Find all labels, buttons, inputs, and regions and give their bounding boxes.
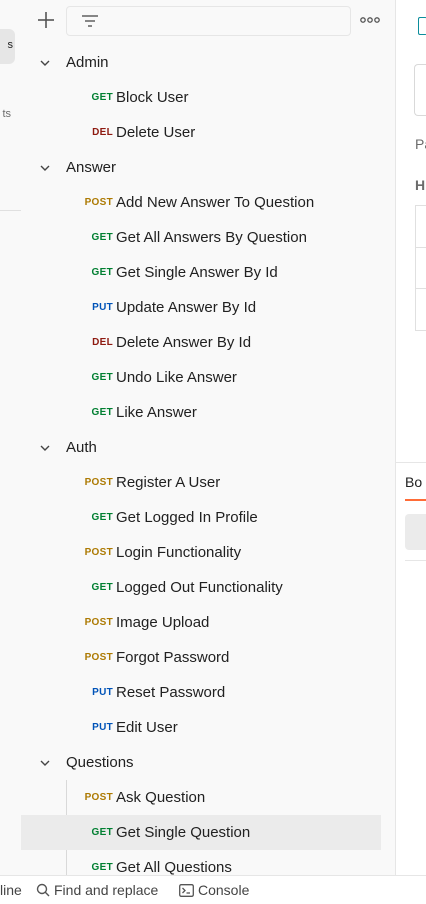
request-label: Like Answer — [116, 404, 197, 421]
request-label: Get All Answers By Question — [116, 229, 307, 246]
folder-label: Auth — [66, 439, 97, 456]
request-label: Ask Question — [116, 789, 206, 806]
request-label: Get Single Answer By Id — [116, 264, 278, 281]
sidebar-tab-label: s — [7, 39, 14, 51]
sidebar-tab-collections[interactable]: s — [0, 29, 15, 64]
http-method-badge: DEL — [92, 127, 113, 138]
find-replace-button[interactable]: Find and replace — [36, 882, 158, 898]
request-type-icon — [418, 17, 426, 35]
http-method-badge: GET — [91, 267, 113, 278]
folder-label: Answer — [66, 159, 117, 176]
request-row[interactable]: GET Get Single Answer By Id — [21, 255, 381, 290]
http-method-badge: PUT — [92, 722, 113, 733]
folder-row[interactable]: Admin — [21, 45, 381, 80]
chevron-down-icon[interactable] — [39, 57, 51, 69]
response-divider — [405, 560, 426, 561]
collection-tree: Admin GET Block User DEL Delete User Answer PO… — [21, 45, 381, 885]
request-label: Image Upload — [116, 614, 210, 631]
http-method-badge: POST — [84, 197, 113, 208]
request-row[interactable]: PUT Update Answer By Id — [21, 290, 381, 325]
http-method-badge: GET — [91, 407, 113, 418]
left-sidebar-strip: s ts — [0, 0, 22, 875]
request-label: Edit User — [116, 719, 178, 736]
request-editor-panel: Pa H Bo — [396, 0, 426, 875]
request-row[interactable]: GET Get Single Question — [21, 815, 381, 850]
folder-row[interactable]: Auth — [21, 430, 381, 465]
request-label: Forgot Password — [116, 649, 230, 666]
chevron-down-icon[interactable] — [39, 757, 51, 769]
request-row[interactable]: POST Register A User — [21, 465, 381, 500]
console-button[interactable]: Console — [179, 882, 249, 898]
active-tab-underline — [405, 499, 426, 501]
http-method-badge: GET — [91, 232, 113, 243]
folder-label: Admin — [66, 54, 109, 71]
request-label: Block User — [116, 89, 189, 106]
request-row[interactable]: GET Undo Like Answer — [21, 360, 381, 395]
sidebar-tab-environments-label[interactable]: ts — [2, 108, 11, 120]
tab-body[interactable]: Bo — [405, 474, 422, 490]
search-icon — [36, 883, 50, 897]
request-row[interactable]: POST Login Functionality — [21, 535, 381, 570]
http-method-badge: GET — [91, 372, 113, 383]
request-label: Login Functionality — [116, 544, 242, 561]
request-label: Delete Answer By Id — [116, 334, 252, 351]
request-label: Register A User — [116, 474, 221, 491]
params-section-label: Pa — [415, 136, 426, 152]
request-row[interactable]: GET Logged Out Functionality — [21, 570, 381, 605]
plus-icon[interactable] — [35, 9, 57, 31]
more-horizontal-icon[interactable] — [359, 13, 381, 27]
request-row[interactable]: GET Block User — [21, 80, 381, 115]
http-method-badge: GET — [91, 92, 113, 103]
http-method-badge: GET — [91, 582, 113, 593]
request-label: Reset Password — [116, 684, 226, 701]
chevron-down-icon[interactable] — [39, 442, 51, 454]
http-method-badge: PUT — [92, 302, 113, 313]
status-bar: line Find and replace Console — [0, 875, 426, 904]
http-method-badge: GET — [91, 512, 113, 523]
collection-sidebar: Admin GET Block User DEL Delete User Answer PO… — [21, 0, 411, 876]
online-status[interactable]: line — [0, 882, 22, 898]
http-method-badge: POST — [84, 792, 113, 803]
http-method-badge: POST — [84, 617, 113, 628]
http-method-badge: POST — [84, 477, 113, 488]
folder-row[interactable]: Answer — [21, 150, 381, 185]
http-method-badge: GET — [91, 827, 113, 838]
request-row[interactable]: POST Add New Answer To Question — [21, 185, 381, 220]
filter-icon — [82, 15, 98, 27]
request-row[interactable]: GET Like Answer — [21, 395, 381, 430]
chevron-down-icon[interactable] — [39, 162, 51, 174]
folder-label: Questions — [66, 754, 134, 771]
request-row[interactable]: GET Get All Answers By Question — [21, 220, 381, 255]
console-label: Console — [198, 882, 250, 898]
request-label: Logged Out Functionality — [116, 579, 283, 596]
url-input[interactable] — [414, 64, 426, 116]
find-replace-label: Find and replace — [54, 882, 159, 898]
headers-section-label: H — [415, 177, 426, 193]
request-row[interactable]: GET Get Logged In Profile — [21, 500, 381, 535]
request-row[interactable]: DEL Delete Answer By Id — [21, 325, 381, 360]
response-type-selector[interactable] — [405, 514, 426, 550]
request-row[interactable]: DEL Delete User — [21, 115, 381, 150]
request-label: Undo Like Answer — [116, 369, 237, 386]
request-row[interactable]: PUT Reset Password — [21, 675, 381, 710]
request-row[interactable]: POST Image Upload — [21, 605, 381, 640]
request-row[interactable]: POST Forgot Password — [21, 640, 381, 675]
request-row[interactable]: POST Ask Question — [21, 780, 381, 815]
request-label: Get Single Question — [116, 824, 251, 841]
filter-input[interactable] — [66, 6, 351, 36]
http-method-badge: DEL — [92, 337, 113, 348]
request-label: Update Answer By Id — [116, 299, 257, 316]
console-icon — [179, 884, 194, 897]
http-method-badge: PUT — [92, 687, 113, 698]
sidebar-divider — [0, 210, 21, 211]
request-label: Add New Answer To Question — [116, 194, 315, 211]
headers-table — [415, 205, 426, 331]
request-label: Delete User — [116, 124, 196, 141]
folder-row[interactable]: Questions — [21, 745, 381, 780]
http-method-badge: POST — [84, 652, 113, 663]
http-method-badge: POST — [84, 547, 113, 558]
request-label: Get Logged In Profile — [116, 509, 258, 526]
request-row[interactable]: PUT Edit User — [21, 710, 381, 745]
panel-divider — [396, 462, 426, 463]
